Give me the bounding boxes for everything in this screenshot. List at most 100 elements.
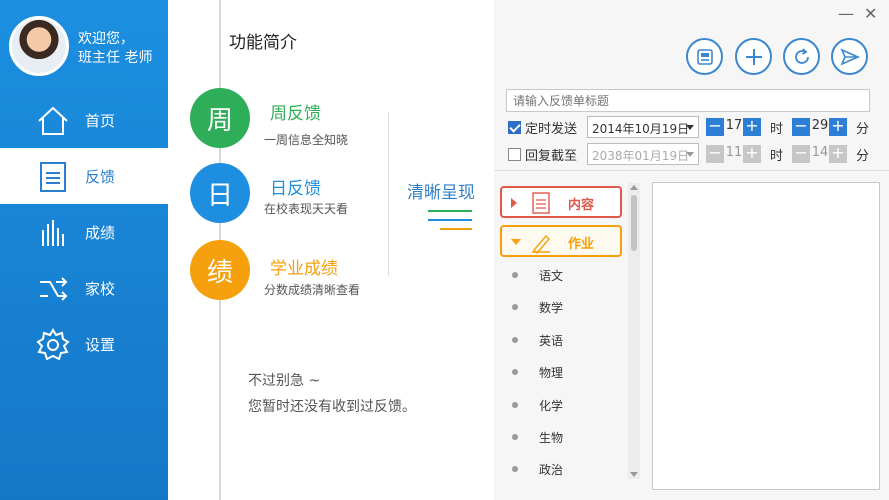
decor-lines: [428, 210, 472, 237]
bullet-icon: [512, 402, 518, 408]
sidebar-item-feedback[interactable]: 反馈: [0, 148, 168, 204]
refresh-icon: [794, 47, 809, 64]
scores-badge: 绩: [190, 240, 250, 300]
scheduled-checkbox[interactable]: [508, 121, 521, 134]
chevron-down-icon: [686, 152, 694, 157]
sidebar-item-home[interactable]: 首页: [0, 92, 168, 148]
hour-value: 17: [725, 118, 743, 133]
add-button[interactable]: [735, 38, 772, 75]
home-icon: [38, 106, 68, 135]
minute-increment-button[interactable]: +: [829, 145, 847, 163]
send-icon: [839, 47, 860, 66]
sidebar-item-label: 反馈: [85, 168, 116, 186]
sidebar-item-scores[interactable]: 成绩: [0, 204, 168, 260]
minute-unit: 分: [856, 122, 870, 137]
scrollbar-thumb[interactable]: [631, 195, 637, 251]
deadline-checkbox[interactable]: [508, 148, 521, 161]
bullet-icon: [512, 434, 518, 440]
sidebar-item-home-school[interactable]: 家校: [0, 260, 168, 316]
weekly-desc: 一周信息全知晓: [264, 133, 349, 147]
document-icon: [40, 162, 66, 192]
hour-decrement-button[interactable]: −: [706, 145, 724, 163]
scores-desc: 分数成绩清晰查看: [264, 283, 361, 297]
title-input[interactable]: [506, 89, 870, 112]
close-button[interactable]: ✕: [864, 4, 877, 23]
hour-increment-button[interactable]: +: [743, 118, 761, 136]
user-role: 班主任 老师: [78, 50, 153, 66]
minimize-button[interactable]: —: [838, 4, 854, 23]
sidebar-item-settings[interactable]: 设置: [0, 316, 168, 372]
scores-title: 学业成绩: [270, 259, 338, 279]
homework-label: 作业: [568, 237, 595, 252]
plus-icon: [745, 48, 762, 65]
scheduled-date-picker[interactable]: 2014年10月19日: [587, 116, 699, 138]
template-icon: [696, 48, 713, 65]
gear-icon: [36, 328, 70, 361]
empty-message-body: 您暂时还没有收到过反馈。: [248, 399, 416, 415]
bullet-icon: [512, 337, 518, 343]
content-editor[interactable]: [652, 182, 880, 490]
minute-value: 14: [811, 145, 829, 160]
minute-decrement-button[interactable]: −: [792, 118, 810, 136]
minute-value: 29: [811, 118, 829, 133]
weekly-title: 周反馈: [270, 104, 321, 124]
hour-decrement-button[interactable]: −: [706, 118, 724, 136]
chevron-down-icon: [511, 239, 521, 245]
category-scrollbar[interactable]: [628, 183, 640, 479]
date-value: 2014年10月19日: [592, 122, 690, 136]
minute-decrement-button[interactable]: −: [792, 145, 810, 163]
minute-unit: 分: [856, 149, 870, 164]
page-title: 功能简介: [229, 33, 297, 53]
deadline-label: 回复截至: [525, 149, 578, 164]
sidebar-item-label: 成绩: [85, 224, 116, 242]
welcome-line: 欢迎您，: [78, 31, 134, 47]
daily-desc: 在校表现天天看: [264, 202, 349, 216]
sidebar-item-label: 设置: [85, 336, 116, 354]
arrows-icon: [40, 277, 68, 301]
pencil-icon: [532, 234, 550, 254]
scroll-up-icon[interactable]: [630, 185, 638, 190]
bullet-icon: [512, 272, 518, 278]
hour-unit: 时: [770, 149, 784, 164]
empty-message-title: 不过别急 ~: [248, 373, 321, 389]
subject-label: 政治: [539, 463, 564, 477]
weekly-badge: 周: [190, 88, 250, 148]
scheduled-label: 定时发送: [525, 122, 578, 137]
bar-chart-icon: [42, 220, 64, 246]
chevron-down-icon: [686, 125, 694, 130]
profile-area: 欢迎您， 班主任 老师: [0, 0, 168, 92]
hour-value: 11: [725, 145, 743, 160]
divider: [388, 112, 389, 276]
daily-title: 日反馈: [270, 179, 321, 199]
subject-label: 语文: [539, 269, 564, 283]
subject-label: 英语: [539, 334, 564, 348]
subject-label: 生物: [539, 431, 564, 445]
sidebar-item-label: 首页: [85, 112, 116, 130]
bullet-icon: [512, 466, 518, 472]
document-icon: [532, 192, 550, 214]
bullet-icon: [512, 369, 518, 375]
minute-increment-button[interactable]: +: [829, 118, 847, 136]
welcome-text: 欢迎您， 班主任 老师: [78, 30, 152, 68]
template-button[interactable]: [686, 38, 723, 75]
deadline-date-picker[interactable]: 2038年01月19日: [587, 143, 699, 165]
refresh-button[interactable]: [783, 38, 820, 75]
content-label: 内容: [568, 198, 595, 213]
side-caption: 清晰呈现: [407, 183, 475, 203]
subject-label: 数学: [539, 301, 564, 315]
send-button[interactable]: [831, 38, 868, 75]
divider: [494, 170, 889, 171]
bullet-icon: [512, 304, 518, 310]
scroll-down-icon[interactable]: [630, 472, 638, 477]
subject-label: 物理: [539, 366, 564, 380]
content-category-button[interactable]: 内容: [500, 186, 622, 218]
sidebar: 欢迎您， 班主任 老师 首页 反馈 成绩 家校 设置: [0, 0, 168, 500]
hour-increment-button[interactable]: +: [743, 145, 761, 163]
sidebar-item-label: 家校: [85, 280, 116, 298]
chevron-right-icon: [511, 198, 517, 208]
homework-category-button[interactable]: 作业: [500, 225, 622, 257]
hour-unit: 时: [770, 122, 784, 137]
subject-label: 化学: [539, 399, 564, 413]
avatar[interactable]: [9, 16, 69, 76]
date-value: 2038年01月19日: [592, 149, 690, 163]
